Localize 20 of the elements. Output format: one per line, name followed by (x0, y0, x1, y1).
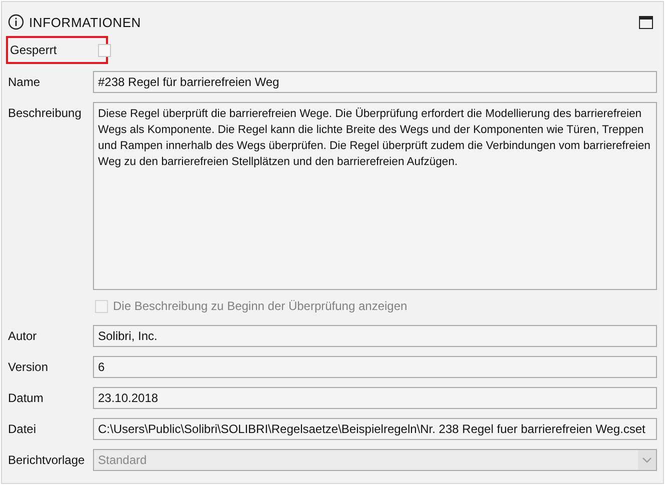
text-field[interactable]: C:\Users\Public\Solibri\SOLIBRI\Regelsaetze\Beispielregeln\Nr. 238 Regel fuer barrierefreien Weg.cset (93, 418, 657, 440)
field-label: Beschreibung (8, 105, 82, 120)
field-label: Datum (8, 390, 44, 405)
text-field[interactable]: 6 (93, 356, 657, 378)
chevron-down-icon (642, 457, 652, 463)
field-label: Berichtvorlage (8, 452, 86, 467)
field-label: Version (8, 359, 50, 374)
panel-title: INFORMATIONEN (29, 14, 141, 30)
field-label: Datei (8, 421, 38, 436)
text-field[interactable]: Solibri, Inc. (93, 325, 657, 347)
checkbox-label: Die Beschreibung zu Beginn der Überprüfung anzeigen (113, 299, 408, 313)
text-field[interactable]: 23.10.2018 (93, 387, 657, 409)
window-icon[interactable] (639, 16, 653, 28)
field-label: Name (8, 74, 42, 89)
field-label: Gesperrt (10, 43, 58, 57)
description-field[interactable]: Diese Regel überprüft die barrierefreien Wege. Die Überprüfung erfordert die Modellierung des barrierefreien Wegs als Komponente. Die Regel kann die lichte Breite des Wegs und der Komponenten wie Türen, Treppen und Rampen innerhalb des Wegs überprüfen. Die Regel überprüft zudem die Verbindungen vom barrierefreien Weg zu den barrierefreien Stellplätzen und den barrierefreien Aufzügen. (93, 102, 657, 290)
checkbox[interactable] (98, 44, 111, 56)
text-field[interactable]: #238 Regel für barrierefreien Weg (93, 71, 657, 93)
field-label: Autor (8, 328, 38, 343)
info-icon (8, 14, 24, 30)
